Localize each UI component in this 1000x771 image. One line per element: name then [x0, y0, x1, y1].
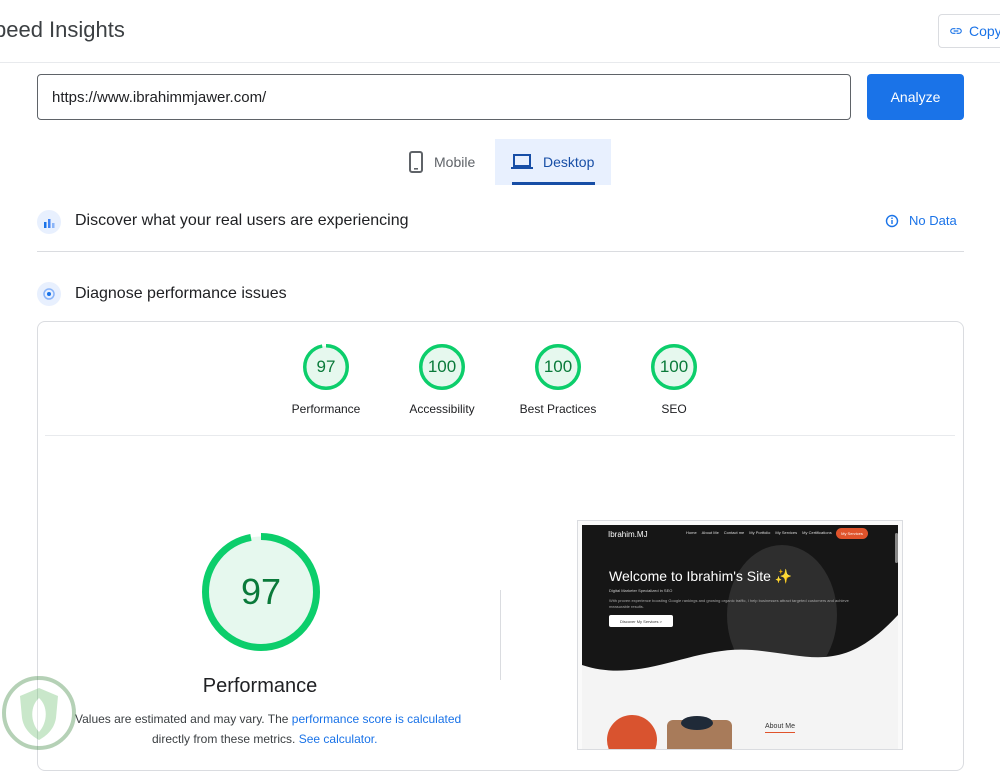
score-performance[interactable]: 97 Performance: [271, 343, 381, 416]
score-label: Performance: [291, 402, 361, 416]
preview-nav-link: My Certifications: [802, 530, 832, 535]
estimate-note-line-1: Values are estimated and may vary. The p…: [75, 712, 461, 726]
url-input[interactable]: [37, 74, 851, 120]
preview-scrollbar: [895, 533, 898, 563]
preview-hero-title: Welcome to Ibrahim's Site ✨: [609, 568, 793, 584]
tab-mobile-label: Mobile: [434, 154, 476, 170]
preview-navbar: Ibrahim.MJ Home About Me Contact me My P…: [582, 525, 898, 543]
preview-about-heading: About Me: [765, 723, 795, 733]
tab-desktop-label: Desktop: [543, 154, 595, 170]
preview-nav-link: My Services: [775, 530, 798, 535]
diagnose-icon: [37, 282, 61, 306]
lab-data-title: Diagnose performance issues: [75, 285, 287, 302]
analyze-button[interactable]: Analyze: [867, 74, 964, 120]
preview-services-button: My Services: [836, 528, 868, 539]
info-icon: [885, 214, 899, 227]
website-preview: Ibrahim.MJ Home About Me Contact me My P…: [582, 525, 898, 749]
score-value: 97: [316, 357, 336, 376]
score-value: 100: [543, 357, 573, 376]
preview-cta-button: Discover My Services >: [609, 615, 673, 627]
estimate-note-line-2: directly from these metrics. See calcula…: [152, 732, 377, 746]
score-value: 100: [659, 357, 689, 376]
tab-selected-indicator: [512, 182, 595, 185]
preview-logo: Ibrahim.MJ: [608, 529, 648, 539]
vertical-separator: [500, 590, 501, 680]
section-divider: [37, 251, 964, 252]
hero-wave-shape: [582, 525, 898, 749]
field-data-title: Discover what your real users are experi…: [75, 212, 409, 229]
score-gauge: 100: [650, 343, 698, 391]
score-accessibility[interactable]: 100 Accessibility: [387, 343, 497, 416]
link-icon: [950, 28, 962, 34]
watermark-logo: [2, 676, 76, 750]
see-calculator-link[interactable]: See calculator.: [299, 732, 378, 746]
preview-nav-link: Home: [686, 530, 697, 535]
preview-nav-link: About Me: [701, 530, 719, 535]
performance-heading: Performance: [202, 675, 318, 697]
copy-link-button[interactable]: Copy: [938, 14, 1000, 48]
score-seo[interactable]: 100 SEO: [619, 343, 729, 416]
score-gauge: 100: [534, 343, 582, 391]
performance-score-link[interactable]: performance score is calculated: [292, 712, 461, 726]
score-label: SEO: [661, 402, 687, 416]
users-chart-icon: [37, 210, 61, 234]
final-screenshot: Ibrahim.MJ Home About Me Contact me My P…: [577, 520, 903, 750]
preview-hero-body: With proven experience boosting Google r…: [609, 598, 849, 609]
score-gauge: 97: [302, 343, 350, 391]
estimate-note-text: directly from these metrics.: [152, 732, 299, 746]
performance-gauge-large: 97: [201, 532, 321, 652]
estimate-note-text: Values are estimated and may vary. The: [75, 712, 292, 726]
score-value: 100: [427, 357, 457, 376]
score-label: Best Practices: [519, 402, 597, 416]
score-gauge: 100: [418, 343, 466, 391]
preview-nav-link: Contact me: [723, 530, 745, 535]
preview-hero-subtitle: Digital Marketer Specialized in SEO: [609, 588, 673, 593]
score-best-practices[interactable]: 100 Best Practices: [503, 343, 613, 416]
tab-mobile[interactable]: Mobile: [396, 139, 495, 185]
app-header: peed Insights Copy: [0, 0, 1000, 63]
card-divider: [45, 435, 955, 436]
field-data-status[interactable]: No Data: [885, 213, 957, 228]
app-title: peed Insights: [0, 17, 125, 42]
preview-nav-link: My Portfolio: [749, 530, 771, 535]
no-data-label: No Data: [909, 213, 957, 228]
phone-icon: [409, 151, 423, 173]
copy-label: Copy: [969, 23, 1000, 39]
score-label: Accessibility: [409, 402, 475, 416]
preview-nav-links: Home About Me Contact me My Portfolio My…: [686, 530, 832, 535]
laptop-icon: [511, 154, 533, 169]
tab-desktop[interactable]: Desktop: [495, 139, 611, 185]
performance-score-value: 97: [240, 571, 282, 612]
